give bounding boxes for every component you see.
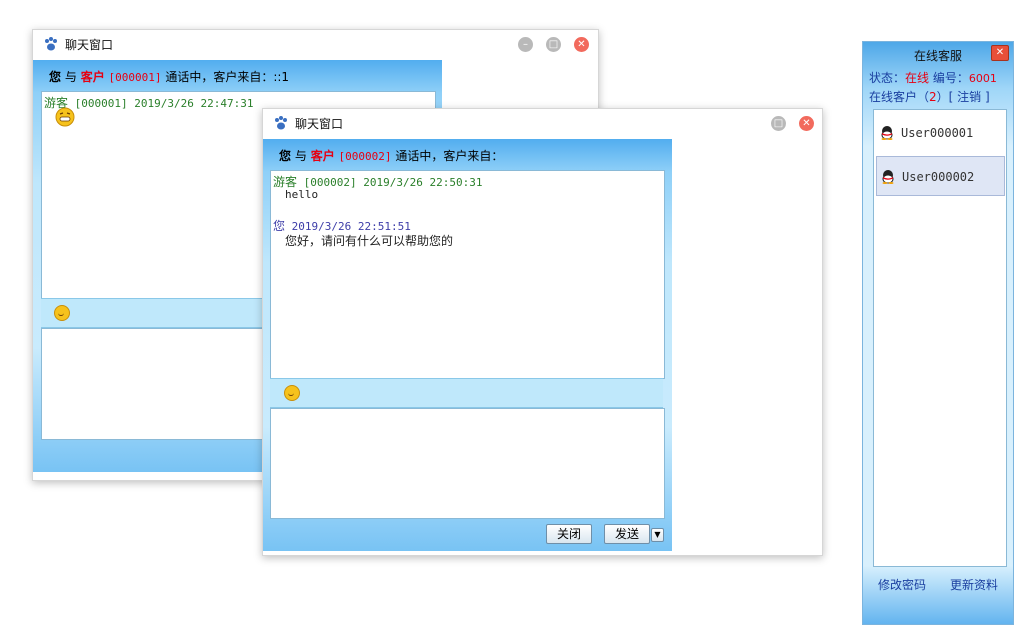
message-meta: [000002] 2019/3/26 22:50:31 xyxy=(303,176,483,189)
with-label: 与 xyxy=(64,70,77,84)
window-titlebar[interactable]: 聊天窗口 □ ✕ xyxy=(263,109,822,137)
window-title: 聊天窗口 xyxy=(295,117,344,131)
sender-name: 您 xyxy=(273,219,286,233)
logout-link[interactable]: [ 注销 ] xyxy=(949,90,990,104)
with-label: 与 xyxy=(294,149,307,163)
customer-name: User000001 xyxy=(901,126,974,140)
customer-id: [000001] xyxy=(108,71,162,84)
online-label: 在线客户（ xyxy=(869,90,930,104)
id-label: 编号： xyxy=(932,71,969,85)
customer-name: User000002 xyxy=(902,170,975,184)
minimize-button[interactable]: – xyxy=(518,37,533,52)
you-label: 您 xyxy=(279,149,292,163)
window-titlebar[interactable]: 聊天窗口 – □ ✕ xyxy=(33,30,598,58)
customer-list: User000001 User000002 xyxy=(873,109,1007,567)
smiley-icon[interactable] xyxy=(284,385,300,401)
window-title: 聊天窗口 xyxy=(65,38,114,52)
chat-window-2: 聊天窗口 □ ✕ 您 与 客户 [000002] 通话中，客户来自： 游客 [0… xyxy=(262,108,823,556)
chat-panel: 您 与 客户 [000002] 通话中，客户来自： 游客 [000002] 20… xyxy=(263,139,672,551)
conversation-header: 您 与 客户 [000001] 通话中，客户来自：::1 xyxy=(49,68,289,85)
close-panel-button[interactable]: ✕ xyxy=(991,45,1009,61)
online-close: ） xyxy=(936,90,949,104)
online-count-line: 在线客户（2）[ 注销 ] xyxy=(869,88,990,105)
sender-name: 游客 xyxy=(273,175,298,189)
emoji-toolbar xyxy=(270,378,663,408)
paw-icon xyxy=(45,37,57,51)
you-label: 您 xyxy=(49,70,62,84)
status-line: 状态：在线 编号：6001 xyxy=(869,69,997,86)
send-button[interactable]: 发送 xyxy=(604,524,650,544)
qq-penguin-icon xyxy=(881,126,893,140)
update-profile-link[interactable]: 更新资料 xyxy=(950,576,998,593)
message-history[interactable]: 游客 [000002] 2019/3/26 22:50:31 hello 您 2… xyxy=(270,170,665,379)
id-value: 6001 xyxy=(968,72,997,85)
customer-item-selected[interactable]: User000002 xyxy=(876,156,1005,196)
maximize-button[interactable]: □ xyxy=(771,116,786,131)
message-meta: [000001] 2019/3/26 22:47:31 xyxy=(74,97,254,110)
message-text: 您好，请问有什么可以帮助您的 xyxy=(285,234,454,248)
customer-item[interactable]: User000001 xyxy=(876,113,1003,151)
qq-penguin-icon xyxy=(882,170,894,184)
status-label: 状态： xyxy=(869,71,906,85)
close-chat-button[interactable]: 关闭 xyxy=(546,524,592,544)
grin-emoji-icon xyxy=(55,107,75,127)
online-service-panel: 在线客服 ✕ 状态：在线 编号：6001 在线客户（2）[ 注销 ] User0… xyxy=(862,41,1014,625)
message-text: hello xyxy=(285,188,319,201)
online-count: 2 xyxy=(929,90,937,104)
customer-label: 客户 xyxy=(80,70,105,84)
call-status: 通话中，客户来自：::1 xyxy=(165,70,290,84)
customer-id: [000002] xyxy=(338,150,392,163)
send-options-dropdown[interactable]: ▼ xyxy=(651,528,664,542)
close-window-button[interactable]: ✕ xyxy=(574,37,589,52)
maximize-button[interactable]: □ xyxy=(546,37,561,52)
status-value: 在线 xyxy=(905,71,930,85)
call-status: 通话中，客户来自： xyxy=(395,149,504,163)
paw-icon xyxy=(275,116,287,130)
change-password-link[interactable]: 修改密码 xyxy=(878,576,926,593)
conversation-header: 您 与 客户 [000002] 通话中，客户来自： xyxy=(279,147,503,164)
message-input[interactable] xyxy=(270,408,665,519)
smiley-icon[interactable] xyxy=(54,305,70,321)
customer-label: 客户 xyxy=(310,149,335,163)
close-window-button[interactable]: ✕ xyxy=(799,116,814,131)
